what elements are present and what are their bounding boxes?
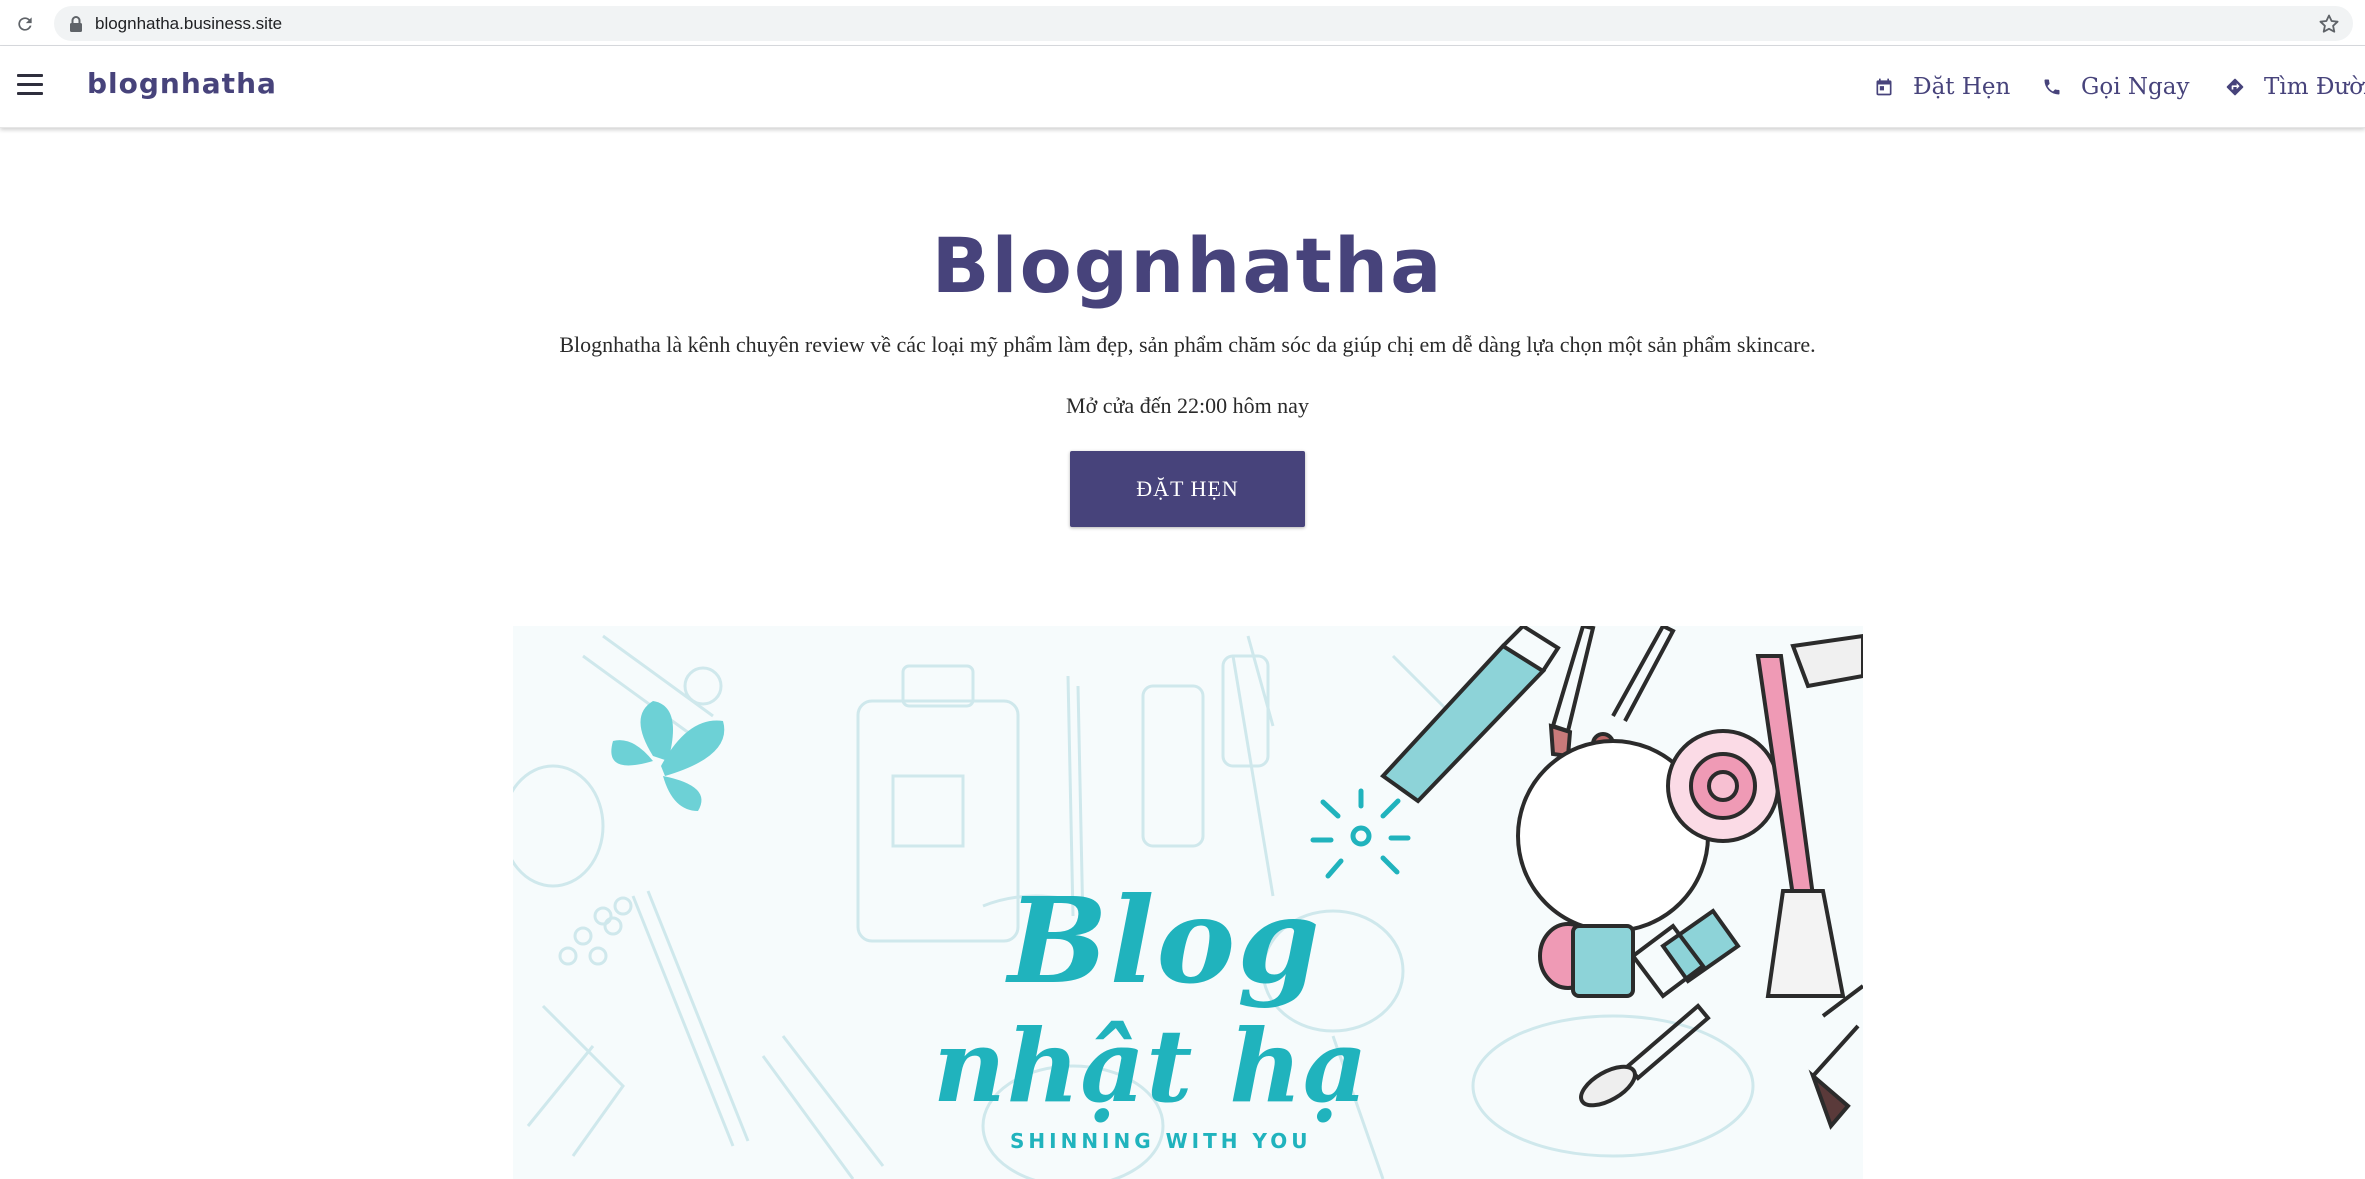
book-appointment-label: Đặt Hẹn bbox=[1913, 74, 2011, 100]
book-appointment-button[interactable]: ĐẶT HẸN bbox=[1070, 451, 1305, 527]
site-header: blognhatha Đặt Hẹn Gọi Ngay Tìm Đườn bbox=[0, 46, 2365, 128]
browser-toolbar: blognhatha.business.site bbox=[0, 0, 2365, 46]
phone-icon bbox=[2041, 76, 2063, 98]
directions-icon bbox=[2224, 76, 2246, 98]
calendar-icon bbox=[1873, 76, 1895, 98]
cover-image: Blog nhật hạ SHINNING WITH YOU bbox=[513, 626, 1863, 1179]
directions-label: Tìm Đườn bbox=[2264, 74, 2365, 100]
cover-tagline: SHINNING WITH YOU bbox=[1010, 1129, 1312, 1153]
address-bar[interactable]: blognhatha.business.site bbox=[54, 6, 2353, 41]
hamburger-menu-icon[interactable] bbox=[17, 74, 43, 96]
site-brand[interactable]: blognhatha bbox=[87, 66, 277, 102]
call-now-link[interactable]: Gọi Ngay bbox=[2041, 70, 2189, 104]
cover-logo-nhatha: nhật hạ bbox=[933, 1007, 1369, 1125]
call-now-label: Gọi Ngay bbox=[2081, 74, 2190, 100]
directions-link[interactable]: Tìm Đườn bbox=[2224, 70, 2365, 104]
url-text: blognhatha.business.site bbox=[95, 14, 283, 33]
book-appointment-link[interactable]: Đặt Hẹn bbox=[1873, 70, 2010, 104]
business-description: Blognhatha là kênh chuyên review về các … bbox=[559, 332, 1816, 357]
opening-hours: Mở cửa đến 22:00 hôm nay bbox=[1066, 393, 1309, 418]
page-title: Blognhatha bbox=[931, 221, 1444, 310]
bookmark-star-icon[interactable] bbox=[2317, 12, 2341, 36]
reload-icon[interactable] bbox=[12, 11, 38, 37]
lock-icon bbox=[70, 16, 82, 32]
cover-logo-blog: Blog bbox=[1008, 871, 1322, 1010]
